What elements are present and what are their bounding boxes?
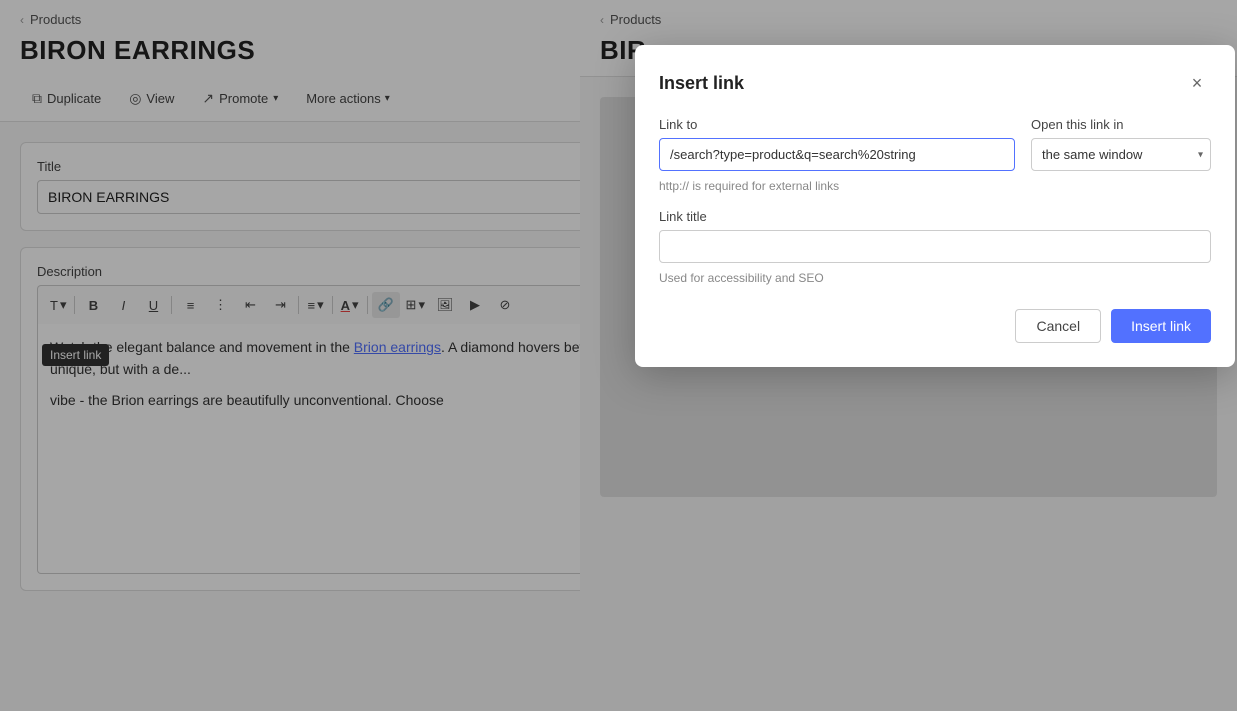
open-in-select[interactable]: the same window a new window (1031, 138, 1211, 171)
link-to-label: Link to (659, 117, 1015, 132)
open-in-label: Open this link in (1031, 117, 1211, 132)
link-to-input[interactable] (659, 138, 1015, 171)
modal-footer: Cancel Insert link (659, 309, 1211, 343)
link-hint: http:// is required for external links (659, 179, 1211, 193)
link-to-field: Link to (659, 117, 1015, 171)
modal-top-row: Link to Open this link in the same windo… (659, 117, 1211, 171)
modal-close-button[interactable]: × (1183, 69, 1211, 97)
open-in-field: Open this link in the same window a new … (1031, 117, 1211, 171)
link-title-input[interactable] (659, 230, 1211, 263)
modal-header: Insert link × (659, 69, 1211, 97)
link-title-hint: Used for accessibility and SEO (659, 271, 1211, 285)
insert-link-submit-button[interactable]: Insert link (1111, 309, 1211, 343)
close-icon: × (1192, 73, 1203, 94)
link-title-label: Link title (659, 209, 1211, 224)
cancel-button[interactable]: Cancel (1015, 309, 1101, 343)
open-in-select-wrap: the same window a new window ▾ (1031, 138, 1211, 171)
insert-link-modal: Insert link × Link to Open this link in … (635, 45, 1235, 367)
modal-title: Insert link (659, 73, 744, 94)
link-title-field: Link title (659, 209, 1211, 263)
